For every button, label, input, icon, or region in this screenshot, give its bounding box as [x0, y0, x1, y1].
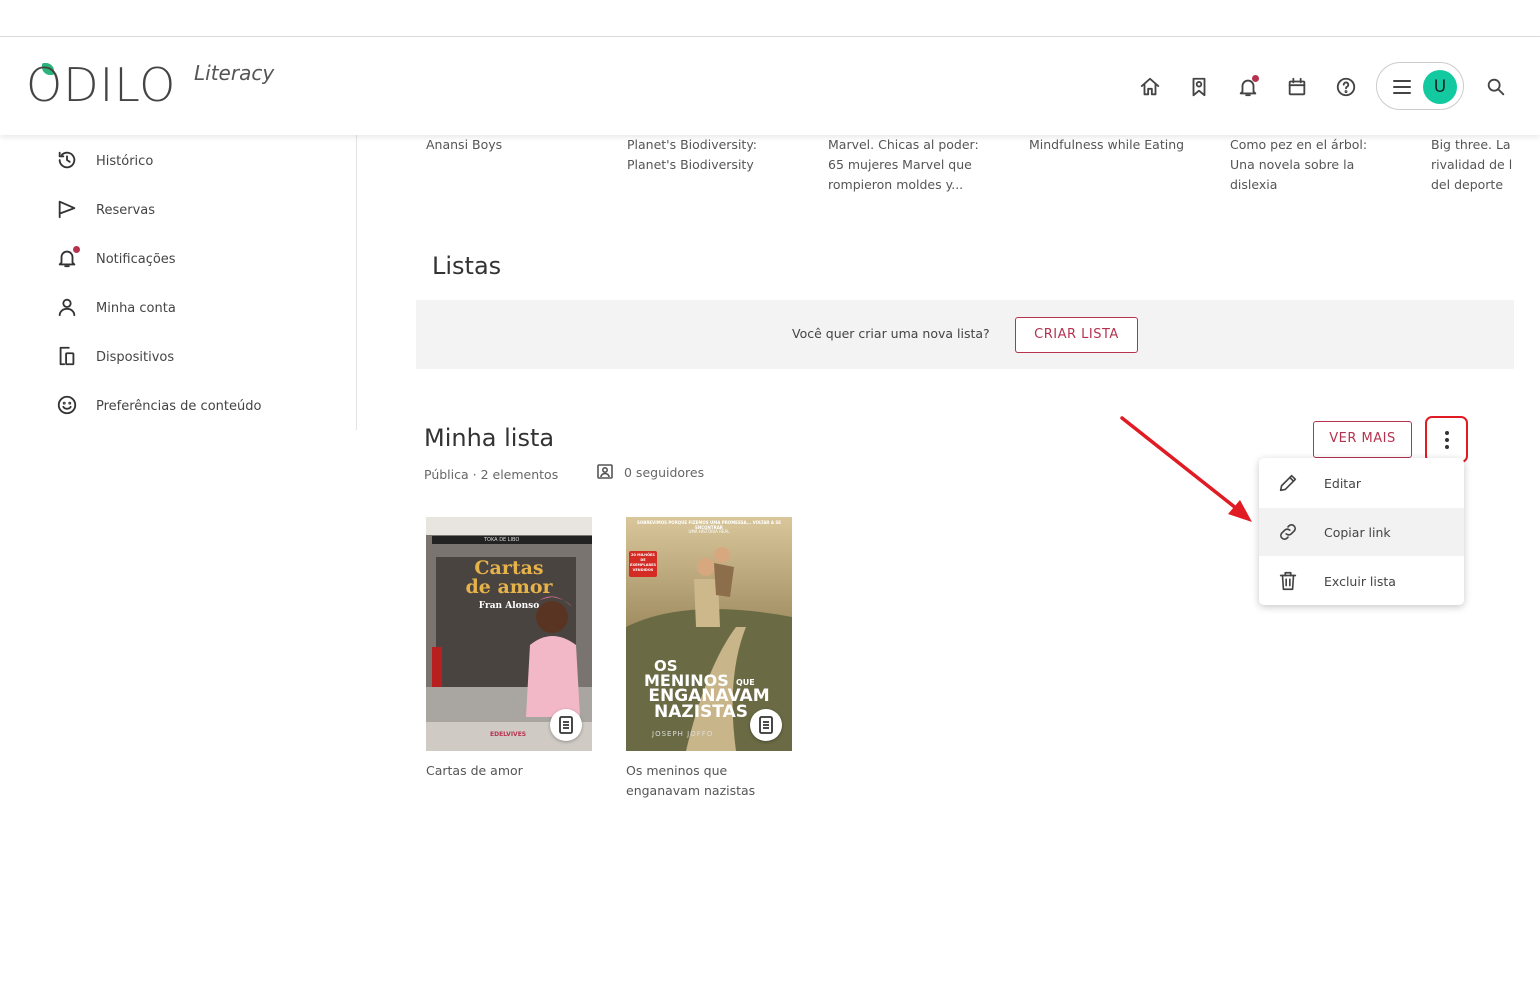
- bell-icon: [56, 246, 80, 271]
- history-icon: [56, 149, 80, 173]
- home-icon[interactable]: [1138, 75, 1162, 99]
- book-cover-cartas-de-amor[interactable]: TOKA DE LIBO Cartas de amor Fran Alonso …: [426, 517, 592, 751]
- odilo-literacy-logo[interactable]: ODILO Literacy: [26, 59, 286, 111]
- notification-dot: [73, 246, 80, 253]
- notification-dot: [1252, 75, 1259, 82]
- logo-main-text: ODILO: [26, 58, 177, 112]
- sidebar-item-label: Dispositivos: [96, 349, 175, 365]
- document-icon: [559, 716, 573, 734]
- account-sidebar: Histórico Reservas Notificações Minha co…: [0, 135, 357, 430]
- carousel-title[interactable]: Marvel. Chicas al poder: 65 mujeres Marv…: [828, 135, 998, 195]
- sidebar-item-label: Reservas: [96, 202, 155, 218]
- menu-item-label: Copiar link: [1324, 524, 1391, 540]
- annotation-arrow: [1120, 416, 1252, 522]
- create-list-banner: Você quer criar uma nova lista? CRIAR LI…: [416, 300, 1514, 369]
- book-caption[interactable]: Cartas de amor: [426, 761, 596, 781]
- user-icon: [56, 296, 80, 320]
- sidebar-item-label: Notificações: [96, 251, 176, 267]
- sidebar-item-reservas[interactable]: Reservas: [56, 196, 346, 224]
- link-icon: [1277, 521, 1299, 543]
- user-menu-pill[interactable]: U: [1376, 62, 1464, 110]
- recent-titles-row: Anansi Boys Planet's Biodiversity: Plane…: [426, 135, 1540, 205]
- pencil-icon: [1277, 472, 1299, 494]
- user-avatar[interactable]: U: [1423, 70, 1457, 104]
- top-header: ODILO Literacy U: [0, 37, 1540, 135]
- sidebar-item-preferencias[interactable]: Preferências de conteúdo: [56, 392, 346, 420]
- bookmark-icon[interactable]: [1187, 75, 1211, 99]
- cover-top-sub: UMA HISTÓRIA REAL: [688, 529, 730, 534]
- lists-section-title: Listas: [432, 252, 502, 280]
- menu-item-label: Editar: [1324, 475, 1362, 491]
- carousel-title[interactable]: Mindfulness while Eating: [1029, 135, 1204, 155]
- list-options-kebab-button[interactable]: [1425, 416, 1468, 463]
- notifications-bell-icon[interactable]: [1236, 75, 1260, 99]
- cover-badge: 20 MILHÕES DE EXEMPLARES VENDIDOS: [630, 553, 657, 572]
- followers-icon: [597, 464, 613, 479]
- sidebar-item-label: Minha conta: [96, 300, 176, 316]
- followers-count: 0 seguidores: [596, 463, 704, 481]
- sidebar-item-dispositivos[interactable]: Dispositivos: [56, 343, 346, 371]
- menu-item-label: Excluir lista: [1324, 573, 1396, 589]
- sidebar-item-label: Preferências de conteúdo: [96, 398, 262, 414]
- cover-author: JOSEPH JOFFO: [652, 730, 714, 738]
- ebook-badge: [550, 709, 582, 741]
- see-more-button[interactable]: VER MAIS: [1313, 421, 1412, 458]
- create-list-prompt: Você quer criar uma nova lista?: [792, 326, 990, 341]
- menu-item-delete-list[interactable]: Excluir lista: [1259, 557, 1464, 605]
- trash-icon: [1277, 570, 1299, 592]
- my-list-meta: Pública · 2 elementos: [424, 467, 559, 482]
- search-icon[interactable]: [1484, 75, 1508, 99]
- sidebar-item-minha-conta[interactable]: Minha conta: [56, 294, 346, 322]
- flag-icon: [56, 198, 80, 222]
- book-caption[interactable]: Os meninos que enganavam nazistas: [626, 761, 776, 801]
- menu-item-edit[interactable]: Editar: [1259, 459, 1464, 507]
- cover-title-line2: de amor: [465, 576, 553, 598]
- carousel-title[interactable]: Planet's Biodiversity: Planet's Biodiver…: [627, 135, 777, 175]
- smiley-icon: [56, 394, 80, 418]
- devices-icon: [56, 345, 80, 369]
- help-icon[interactable]: [1334, 75, 1358, 99]
- carousel-title[interactable]: Anansi Boys: [426, 135, 601, 155]
- hamburger-menu-icon[interactable]: [1391, 76, 1413, 98]
- sidebar-item-label: Histórico: [96, 153, 154, 169]
- sidebar-item-historico[interactable]: Histórico: [56, 147, 346, 175]
- calendar-icon[interactable]: [1285, 75, 1309, 99]
- followers-label: 0 seguidores: [624, 464, 705, 480]
- logo-sub-text: Literacy: [194, 61, 275, 85]
- cover-author: Fran Alonso: [478, 601, 540, 611]
- more-vertical-icon: [1444, 430, 1449, 449]
- ebook-badge: [750, 709, 782, 741]
- sidebar-item-notificacoes[interactable]: Notificações: [56, 245, 346, 273]
- create-list-button[interactable]: CRIAR LISTA: [1015, 317, 1138, 353]
- document-icon: [759, 716, 773, 734]
- menu-item-copy-link[interactable]: Copiar link: [1259, 508, 1464, 556]
- my-list-title[interactable]: Minha lista: [424, 424, 554, 452]
- cover-series-label: TOKA DE LIBO: [484, 537, 520, 543]
- book-cover-os-meninos[interactable]: SOBREVIMOS PORQUE FIZEMOS UMA PROMESSA..…: [626, 517, 792, 751]
- cover-publisher: EDELVIVES: [490, 731, 527, 738]
- carousel-title[interactable]: Como pez en el árbol: Una novela sobre l…: [1230, 135, 1390, 195]
- carousel-title[interactable]: Big three. La rivalidad de l del deporte: [1431, 135, 1531, 195]
- list-options-dropdown: Editar Copiar link Excluir lista: [1259, 458, 1464, 605]
